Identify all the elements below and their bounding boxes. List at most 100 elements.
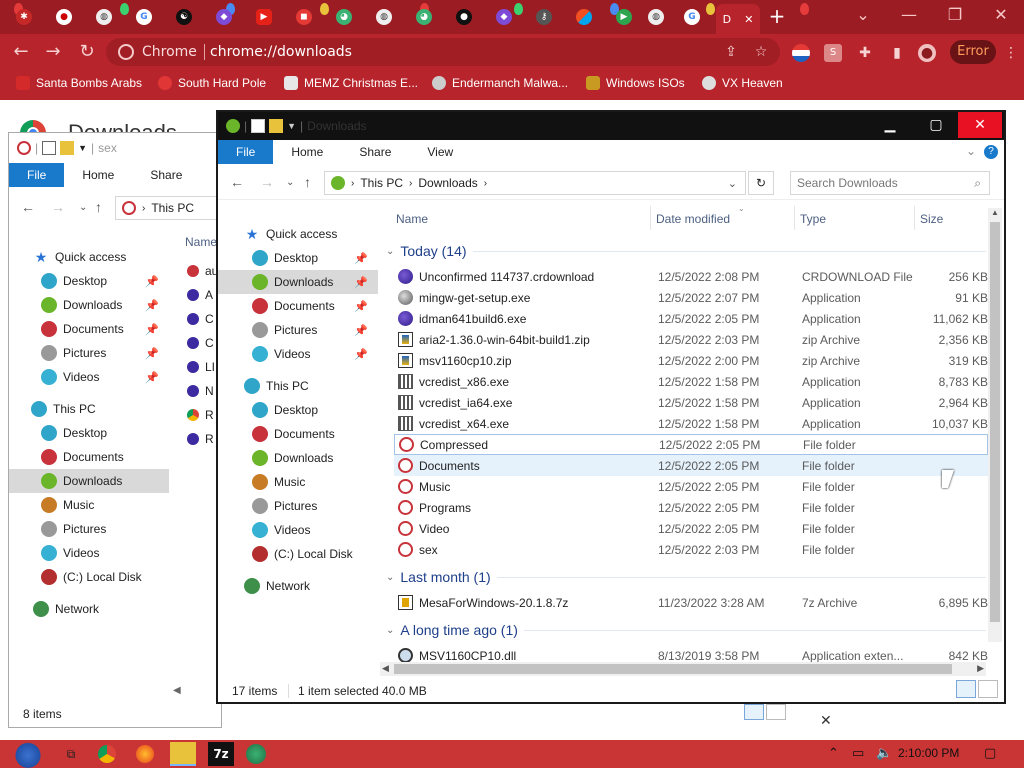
address-dropdown-icon[interactable]: ⌄ xyxy=(728,177,737,190)
close-button[interactable]: ✕ xyxy=(958,112,1002,138)
task-view-icon[interactable]: ⧉ xyxy=(58,742,84,766)
horizontal-scrollbar[interactable]: ◀ ▶ xyxy=(380,662,986,676)
nav-item-downloads[interactable]: Downloads 📌 xyxy=(218,270,378,294)
search-input[interactable]: Search Downloads ⌕ xyxy=(790,171,990,195)
nav-quick-access[interactable]: ★ Quick access xyxy=(218,222,378,246)
tab-8[interactable]: ◼ xyxy=(288,6,320,28)
tab-view[interactable]: View xyxy=(409,140,471,164)
table-row[interactable]: Music 12/5/2022 2:05 PM File folder xyxy=(394,476,988,497)
nav-pc-pictures[interactable]: Pictures xyxy=(9,517,169,541)
forward-arrow-icon[interactable]: → xyxy=(51,199,65,215)
large-icons-view-icon[interactable] xyxy=(978,680,998,698)
notification-icon[interactable]: ▢ xyxy=(984,746,996,761)
nav-item-downloads[interactable]: Downloads 📌 xyxy=(9,293,169,317)
table-row[interactable]: Video 12/5/2022 2:05 PM File folder xyxy=(394,518,988,539)
list-item[interactable]: C xyxy=(187,331,217,355)
firefox-icon[interactable] xyxy=(136,745,154,763)
error-button[interactable]: Error xyxy=(950,40,996,64)
table-row[interactable]: Documents 12/5/2022 2:05 PM File folder xyxy=(394,455,988,476)
puzzle-icon[interactable]: ✚ xyxy=(856,44,874,62)
nav-pc-downloads[interactable]: Downloads xyxy=(9,469,169,493)
scroll-thumb[interactable] xyxy=(394,664,952,674)
address-bar[interactable]: › This PC › Downloads › ⌄ xyxy=(324,171,746,195)
tab-12[interactable]: ● xyxy=(448,6,480,28)
nav-pc-downloads[interactable]: Downloads xyxy=(218,446,378,470)
breadcrumb-downloads[interactable]: Downloads xyxy=(418,176,477,190)
tab-file[interactable]: File xyxy=(9,163,65,187)
breadcrumb-this-pc[interactable]: This PC xyxy=(360,176,403,190)
tab-home[interactable]: Home xyxy=(64,163,132,187)
list-item[interactable]: R xyxy=(187,427,217,451)
network-tray-icon[interactable]: ▭ xyxy=(852,746,864,761)
table-row[interactable]: aria2-1.36.0-win-64bit-build1.zip 12/5/20… xyxy=(394,329,988,350)
details-view-icon[interactable] xyxy=(744,704,764,720)
table-row[interactable]: mingw-get-setup.exe 12/5/2022 2:07 PM Appl… xyxy=(394,287,988,308)
app-icon[interactable] xyxy=(246,744,266,764)
back-arrow-icon[interactable]: ← xyxy=(230,174,244,190)
column-header-type[interactable]: Type xyxy=(800,212,826,226)
table-row[interactable]: MesaForWindows-20.1.8.7z 11/23/2022 3:28 … xyxy=(394,592,988,613)
properties-icon[interactable] xyxy=(251,119,266,133)
nav-item-desktop[interactable]: Desktop 📌 xyxy=(218,246,378,270)
table-row[interactable]: Programs 12/5/2022 2:05 PM File folder xyxy=(394,497,988,518)
address-bar[interactable]: Chrome chrome://downloads ⇪ ☆ xyxy=(106,38,780,66)
new-folder-icon[interactable] xyxy=(60,141,75,155)
profile-avatar-icon[interactable]: ● xyxy=(918,44,936,62)
table-row[interactable]: Unconfirmed 114737.crdownload 12/5/2022 2… xyxy=(394,266,988,287)
share-icon[interactable]: ⇪ xyxy=(722,43,740,61)
table-row[interactable]: vcredist_ia64.exe 12/5/2022 1:58 PM Applic… xyxy=(394,392,988,413)
file-explorer-icon[interactable] xyxy=(170,742,196,766)
nav-item-videos[interactable]: Videos 📌 xyxy=(9,365,169,389)
details-view-icon[interactable] xyxy=(956,680,976,698)
close-tab-icon[interactable]: ✕ xyxy=(744,13,753,26)
table-row[interactable]: msv1160cp10.zip 12/5/2022 2:00 PM zip Arch… xyxy=(394,350,988,371)
group-header[interactable]: ⌄ Today (14) xyxy=(386,240,986,262)
forward-arrow-icon[interactable]: → xyxy=(42,42,64,62)
tab-4[interactable]: G xyxy=(128,6,160,28)
scroll-right-icon[interactable]: ▶ xyxy=(977,663,984,674)
chrome-taskbar-icon[interactable] xyxy=(98,745,116,763)
ribbon-expand-chevron-icon[interactable]: ⌄ xyxy=(966,144,976,158)
nav-item-documents[interactable]: Documents 📌 xyxy=(218,294,378,318)
up-arrow-icon[interactable]: ↑ xyxy=(304,174,311,190)
column-header-name[interactable]: Name xyxy=(396,212,428,226)
extension-flag-icon[interactable] xyxy=(792,44,810,62)
bookmark-star-icon[interactable]: ☆ xyxy=(752,43,770,61)
start-button[interactable] xyxy=(6,740,50,768)
nav-network[interactable]: Network xyxy=(9,597,169,621)
nav-pc-local-disk[interactable]: (C:) Local Disk xyxy=(9,565,169,589)
tab-18[interactable]: G xyxy=(676,6,708,28)
column-header-name[interactable]: Name xyxy=(185,235,217,249)
table-row[interactable]: sex 12/5/2022 2:03 PM File folder xyxy=(394,539,988,560)
clock[interactable]: 2:10:00 PM xyxy=(898,746,959,760)
bookmark-vx-heaven[interactable]: VX Heaven xyxy=(702,76,783,90)
properties-icon[interactable] xyxy=(42,141,57,155)
list-item[interactable]: LI xyxy=(187,355,217,379)
group-header[interactable]: ⌄ Last month (1) xyxy=(386,566,986,588)
list-item[interactable]: A xyxy=(187,283,217,307)
nav-pc-videos[interactable]: Videos xyxy=(9,541,169,565)
table-row[interactable]: vcredist_x64.exe 12/5/2022 1:58 PM Applica… xyxy=(394,413,988,434)
volume-icon[interactable]: 🔈 xyxy=(876,746,892,761)
recent-chevron-icon[interactable]: ⌄ xyxy=(79,202,87,213)
tab-2[interactable]: ● xyxy=(48,6,80,28)
up-arrow-icon[interactable]: ↑ xyxy=(95,199,102,215)
tab-share[interactable]: Share xyxy=(341,140,409,164)
list-item[interactable]: R xyxy=(187,403,217,427)
nav-this-pc[interactable]: This PC xyxy=(218,374,378,398)
tab-6[interactable]: ◆ xyxy=(208,6,240,28)
list-item[interactable]: au xyxy=(187,259,218,283)
7zip-icon[interactable]: 7z xyxy=(208,742,234,766)
tab-15[interactable] xyxy=(568,6,600,28)
nav-pc-pictures[interactable]: Pictures xyxy=(218,494,378,518)
tab-3[interactable]: ◍ xyxy=(88,6,120,28)
tab-16[interactable]: ▶ xyxy=(608,6,640,28)
maximize-button[interactable]: ▢ xyxy=(914,112,958,138)
table-row[interactable]: idman641build6.exe 12/5/2022 2:05 PM Appli… xyxy=(394,308,988,329)
bookmark-memz[interactable]: MEMZ Christmas E... xyxy=(284,76,418,90)
refresh-button[interactable]: ↻ xyxy=(748,171,774,195)
nav-item-pictures[interactable]: Pictures 📌 xyxy=(218,318,378,342)
nav-this-pc[interactable]: This PC xyxy=(9,397,169,421)
nav-quick-access[interactable]: ★ Quick access xyxy=(9,245,169,269)
back-arrow-icon[interactable]: ← xyxy=(21,199,35,215)
